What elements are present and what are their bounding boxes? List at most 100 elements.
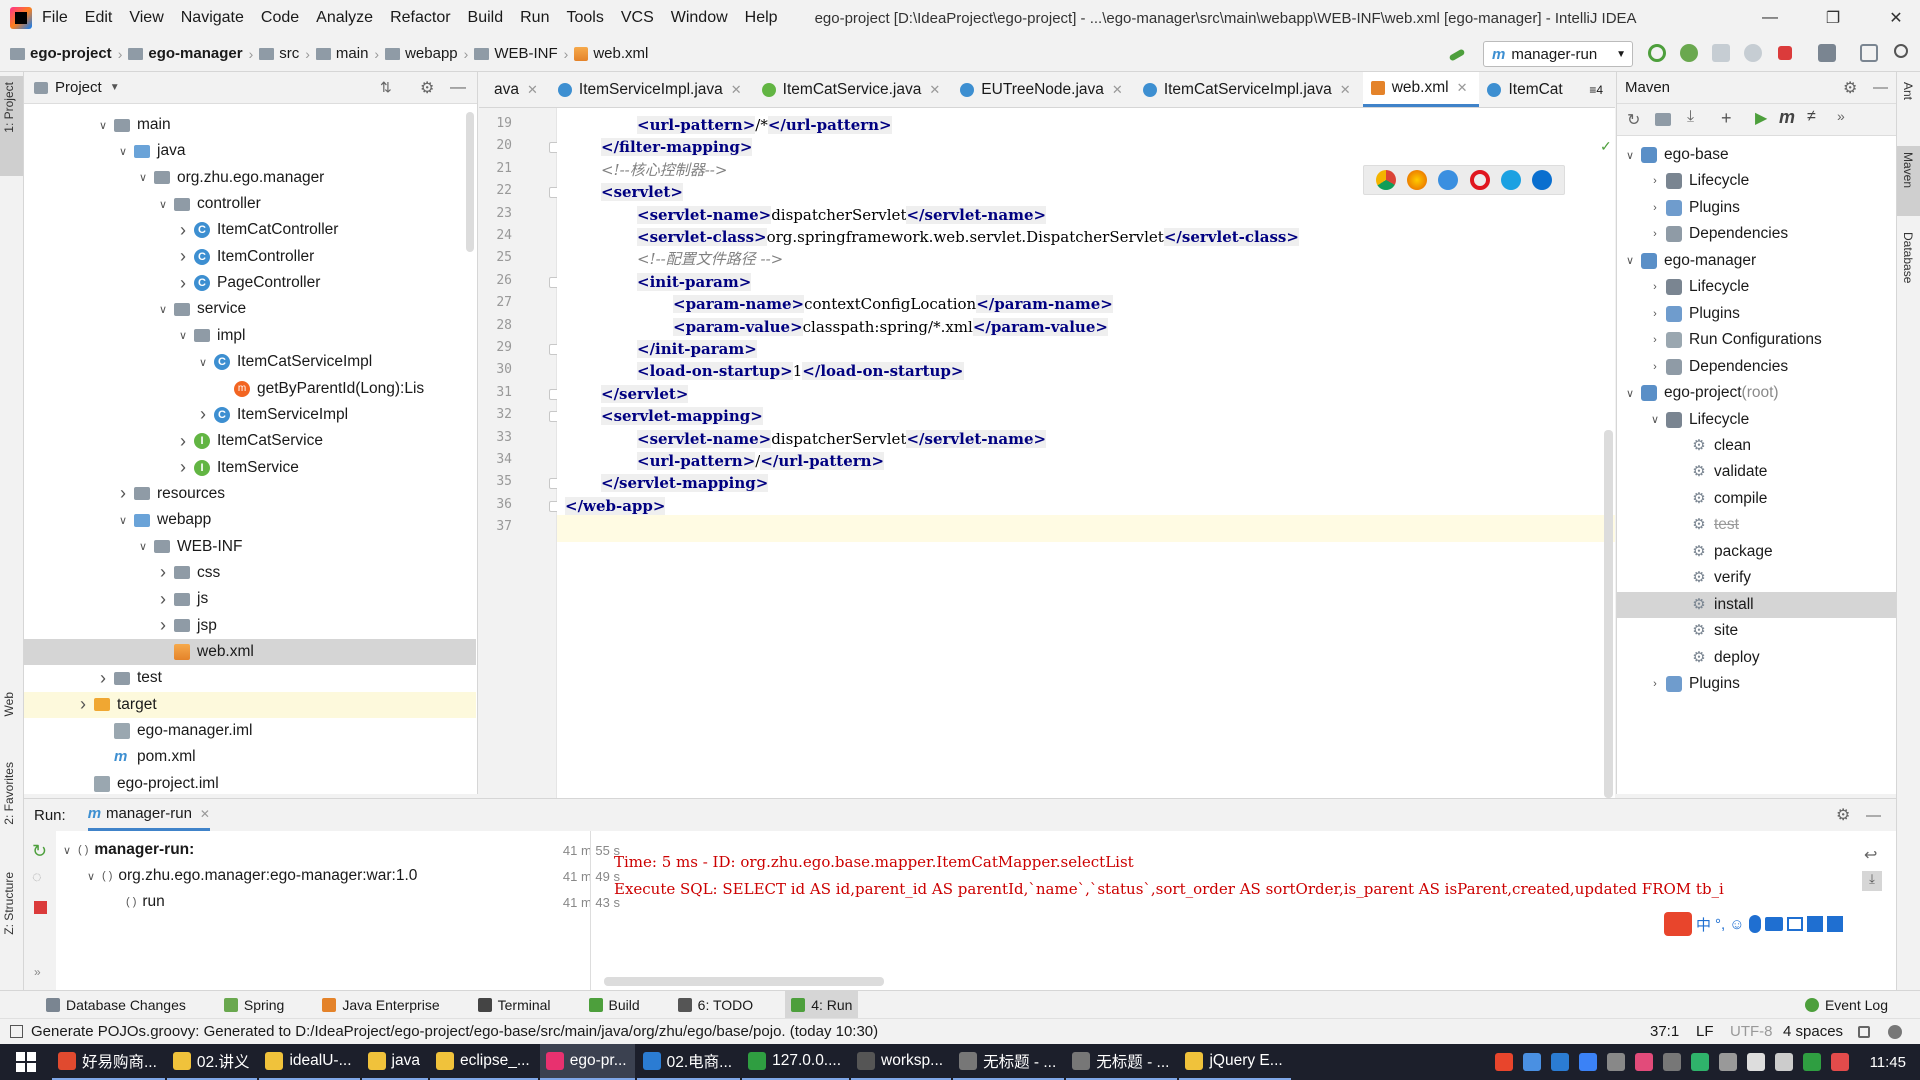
add-project-icon[interactable] [1655,113,1671,126]
tool-window-6-todo[interactable]: 6: TODO [672,991,760,1019]
project-panel-title[interactable]: Project [55,79,102,96]
coverage-icon[interactable] [1712,44,1730,62]
web-tool-label[interactable]: Web [2,692,16,716]
keyboard-icon[interactable] [1764,917,1783,931]
execute-goal-icon[interactable]: m [1779,107,1795,128]
editor-tab[interactable]: web.xml ✕ [1362,72,1480,107]
menu-run[interactable]: Run [520,9,549,27]
toolbox-icon[interactable] [1806,916,1823,932]
taskbar-app[interactable]: 无标题 - ... [1066,1044,1178,1080]
gear-icon[interactable]: ⚙ [1836,805,1850,825]
close-tab-icon[interactable]: ✕ [731,82,742,98]
project-tree-node[interactable]: ∨ impl [24,323,476,349]
maven-tree-node[interactable]: ⚙ site [1617,618,1897,644]
project-tree-node[interactable]: › C ItemController [24,244,476,270]
network-icon[interactable] [1746,1053,1765,1071]
menu-analyze[interactable]: Analyze [316,9,373,27]
tool-window-java-enterprise[interactable]: Java Enterprise [316,991,445,1019]
maven-tree-node[interactable]: › Plugins [1617,195,1897,221]
run-tree-node[interactable]: ∨ ( ) manager-run: 41 m 55 s [60,837,620,863]
debug-icon[interactable] [1680,44,1698,62]
battery-tray-icon[interactable] [1662,1053,1681,1071]
chevron-right-icon[interactable]: › [1648,308,1662,320]
more-icon[interactable]: » [1837,108,1845,124]
chrome-icon[interactable] [1375,170,1396,190]
taskbar-app[interactable]: jQuery E... [1179,1044,1291,1080]
chevron-right-icon[interactable]: › [1648,334,1662,346]
build-hammer-icon[interactable] [1448,48,1466,62]
editor-scrollbar[interactable] [1604,430,1613,798]
project-tree-node[interactable]: ∨ org.zhu.ego.manager [24,165,476,191]
menu-navigate[interactable]: Navigate [181,9,244,27]
chevron-down-icon[interactable]: ∨ [1623,387,1637,400]
chevron-down-icon[interactable]: ∨ [84,870,98,883]
chevron-down-icon[interactable]: ∨ [116,145,130,158]
maven-tree-node[interactable]: ⚙ test [1617,512,1897,538]
tool-window-database-changes[interactable]: Database Changes [40,991,192,1019]
breadcrumb-item[interactable]: ego-project › [10,45,122,62]
indent-setting[interactable]: 4 spaces [1783,1023,1843,1040]
chevron-right-icon[interactable]: › [176,220,190,241]
chevron-down-icon[interactable]: ∨ [1648,413,1662,426]
cloud-tray-icon[interactable] [1550,1053,1569,1071]
project-tree-node[interactable]: › C ItemServiceImpl [24,402,476,428]
maven-tree-node[interactable]: › Plugins [1617,301,1897,327]
soft-wrap-icon[interactable]: ↩ [1864,845,1877,865]
gear-icon[interactable]: ⚙ [1843,78,1857,98]
project-tree-node[interactable]: › target [24,691,476,718]
run-tab[interactable]: m manager-run ✕ [87,799,210,831]
reload-icon[interactable]: ↻ [1627,110,1640,130]
chevron-down-icon[interactable]: ∨ [196,356,210,369]
project-tree-node[interactable]: ∨ java [24,138,476,164]
menu-view[interactable]: View [129,9,163,27]
rerun-icon[interactable] [1648,44,1666,62]
chevron-down-icon[interactable]: ∨ [156,198,170,211]
maven-tree-node[interactable]: › Run Configurations [1617,327,1897,353]
tool-window-build[interactable]: Build [583,991,646,1019]
maven-tree-node[interactable]: › Dependencies [1617,354,1897,380]
project-scrollbar[interactable] [466,112,474,252]
layout-icon[interactable] [1860,44,1878,62]
menu-code[interactable]: Code [261,9,299,27]
shield-tray-icon[interactable] [1578,1053,1597,1071]
chevron-down-icon[interactable]: ∨ [96,119,110,132]
status-message[interactable]: Generate POJOs.groovy: Generated to D:/I… [31,1023,878,1040]
chevron-down-icon[interactable]: ∨ [136,540,150,553]
project-tree-node[interactable]: ego-project.iml [24,771,476,794]
caret-position[interactable]: 37:1 [1650,1023,1679,1040]
project-tree-node[interactable]: m pom.xml [24,744,476,770]
menu-help[interactable]: Help [745,9,778,27]
chevron-right-icon[interactable]: › [176,457,190,478]
maven-tree-node[interactable]: ∨ Lifecycle [1617,407,1897,433]
notification-icon[interactable] [1830,1053,1849,1071]
project-tree-node[interactable]: ∨ main [24,112,476,138]
chevron-right-icon[interactable]: › [196,404,210,425]
flower-tray-icon[interactable] [1634,1053,1653,1071]
chevron-right-icon[interactable]: › [176,431,190,452]
breadcrumb-item[interactable]: src › [259,45,310,62]
status-toggle-icon[interactable] [10,1025,23,1038]
sogou-tray-icon[interactable] [1494,1053,1513,1071]
punctuation-icon[interactable]: °, [1715,916,1725,933]
editor-tab[interactable]: ItemServiceImpl.java ✕ [550,72,754,107]
toggle-icon[interactable]: ◌ [32,869,42,887]
close-tab-icon[interactable]: ✕ [929,82,940,98]
project-tree-node[interactable]: › css [24,560,476,586]
project-tree-node[interactable]: › jsp [24,613,476,639]
console-output[interactable]: Time: 5 ms - ID: org.zhu.ego.base.mapper… [614,849,1874,903]
editor-tab[interactable]: ItemCatServiceImpl.java ✕ [1135,72,1363,107]
add-icon[interactable]: + [1721,108,1732,129]
project-tree-node[interactable]: ∨ webapp [24,507,476,533]
taskbar-app[interactable]: 02.电商... [636,1044,741,1080]
breadcrumb-item[interactable]: main › [315,45,379,62]
sogou-icon[interactable] [1664,912,1692,936]
maven-tree-node[interactable]: › Dependencies [1617,221,1897,247]
menu-file[interactable]: File [42,9,68,27]
structure-tool-label[interactable]: Z: Structure [2,872,16,935]
security-tray-icon[interactable] [1690,1053,1709,1071]
maven-tree-node[interactable]: ⚙ verify [1617,565,1897,591]
ie-icon[interactable] [1500,170,1521,190]
close-tab-icon[interactable]: ✕ [1340,82,1351,98]
gear-icon[interactable]: ⚙ [420,78,434,98]
menu-vcs[interactable]: VCS [621,9,654,27]
